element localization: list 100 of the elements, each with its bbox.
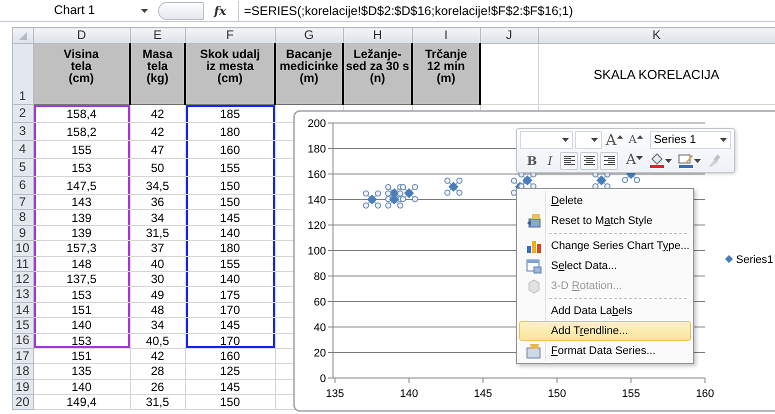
format-icon <box>526 343 542 359</box>
axis-label: 120 <box>308 220 326 232</box>
point <box>367 194 377 204</box>
table-cell: 145 <box>185 318 275 334</box>
table-cell: 160 <box>185 140 275 158</box>
menu-item[interactable]: Add Data Labels <box>519 301 691 321</box>
table-cell: 139 <box>33 210 130 226</box>
column-header[interactable]: G <box>275 28 343 44</box>
table-cell: 153 <box>33 286 130 302</box>
table-cell: 158,2 <box>33 122 130 140</box>
row-header[interactable]: 1 <box>12 44 33 104</box>
table-cell: 140 <box>33 379 130 395</box>
table-cell: 30 <box>130 271 185 287</box>
table-cell: 151 <box>33 302 130 318</box>
formula-field[interactable]: =SERIES(;korelacije!$D$2:$D$16;korelacije!$F$2:$F$16;1) <box>238 0 775 20</box>
row-header[interactable]: 8 <box>12 210 33 226</box>
align-left-button[interactable] <box>560 152 578 170</box>
row-header[interactable]: 12 <box>12 271 33 287</box>
row-header[interactable]: 14 <box>12 302 33 318</box>
row-header[interactable]: 6 <box>12 176 33 194</box>
row-header[interactable]: 3 <box>12 122 33 140</box>
legend-label: Series1 <box>736 254 774 266</box>
row-header[interactable]: 2 <box>12 104 33 122</box>
table-cell: 150 <box>185 176 275 194</box>
menu-item[interactable]: Reset to Match Style <box>519 211 691 231</box>
function-button[interactable]: fx <box>214 2 234 20</box>
row-header[interactable]: 15 <box>12 318 33 334</box>
table-cell: 170 <box>185 333 275 348</box>
header-cell: Masa tela (kg) <box>130 44 185 104</box>
column-header[interactable]: J <box>480 28 538 44</box>
splitter-handle[interactable] <box>158 2 204 20</box>
row-header[interactable]: 17 <box>12 348 33 364</box>
axis-label: 135 <box>326 388 344 400</box>
point <box>596 175 606 186</box>
table-cell: 37 <box>130 240 185 256</box>
menu-item[interactable]: Select Data... <box>519 256 691 276</box>
shrink-font-button[interactable]: A <box>626 131 645 150</box>
axis-label: 160 <box>308 169 326 181</box>
row-header[interactable]: 9 <box>12 225 33 241</box>
row-header[interactable]: 5 <box>12 158 33 176</box>
table-icon <box>526 258 542 274</box>
row-header[interactable]: 18 <box>12 364 33 380</box>
table-cell: 145 <box>185 379 275 395</box>
bold-button[interactable]: B <box>524 152 540 170</box>
header-cell: Ležanje- sed za 30 s (n) <box>343 44 412 104</box>
align-right-button[interactable] <box>600 152 618 170</box>
header-cell: Visina tela (cm) <box>33 44 130 104</box>
menu-item[interactable]: Change Series Chart Type... <box>519 236 691 256</box>
table-cell: 180 <box>185 122 275 140</box>
table-cell: 157,3 <box>33 240 130 256</box>
row-header[interactable]: 20 <box>12 394 33 410</box>
row-header[interactable]: 10 <box>12 240 33 256</box>
menu-item[interactable]: Format Data Series... <box>519 341 691 361</box>
font-size-dropdown[interactable] <box>574 131 602 150</box>
table-cell: 160 <box>185 348 275 364</box>
italic-button[interactable]: I <box>542 152 558 170</box>
header-cell: Skok udalj iz mesta (cm) <box>185 44 275 104</box>
align-center-button[interactable] <box>580 152 598 170</box>
column-header[interactable]: D <box>33 28 130 44</box>
column-header[interactable]: E <box>130 28 185 44</box>
table-cell: 151 <box>33 348 130 364</box>
table-cell: 135 <box>33 364 130 380</box>
axis-label: 150 <box>548 388 566 400</box>
table-cell: 153 <box>33 158 130 176</box>
menu-item[interactable]: Add Trendline... <box>519 321 691 341</box>
table-cell: 42 <box>130 348 185 364</box>
chart-element-dropdown[interactable]: Series 1 <box>650 131 731 150</box>
reset-style-icon <box>526 213 542 229</box>
table-cell: 155 <box>185 256 275 272</box>
caret-icon <box>141 8 148 13</box>
header-cell: Trčanje 12 min (m) <box>412 44 480 104</box>
row-header[interactable]: 13 <box>12 286 33 302</box>
table-cell: 125 <box>185 364 275 380</box>
select-all-icon <box>18 32 26 40</box>
row-header[interactable]: 11 <box>12 256 33 272</box>
row-header[interactable]: 19 <box>12 379 33 395</box>
font-color-button[interactable]: A <box>624 152 646 170</box>
axis-label: 155 <box>622 388 640 400</box>
row-header[interactable]: 16 <box>12 333 33 348</box>
grow-font-button[interactable]: A <box>604 131 625 150</box>
table-cell: 150 <box>185 194 275 210</box>
outline-color-button[interactable] <box>676 152 704 170</box>
table-cell: 137,5 <box>33 271 130 287</box>
table-cell: 155 <box>185 158 275 176</box>
table-cell: 36 <box>130 194 185 210</box>
table-cell: 140 <box>185 225 275 241</box>
fill-color-button[interactable] <box>647 152 674 170</box>
menu-item[interactable]: Delete <box>519 191 691 211</box>
column-header[interactable]: I <box>412 28 480 44</box>
table-cell: 139 <box>33 225 130 241</box>
align-right-icon <box>604 156 614 166</box>
column-header[interactable]: K <box>538 28 775 44</box>
name-box[interactable]: Chart 1 <box>40 0 152 20</box>
row-header[interactable]: 4 <box>12 140 33 158</box>
axis-label: 160 <box>696 388 714 400</box>
table-cell: 34 <box>130 318 185 334</box>
axis-label: 180 <box>308 144 326 156</box>
column-header[interactable]: H <box>343 28 412 44</box>
row-header[interactable]: 7 <box>12 194 33 210</box>
column-header[interactable]: F <box>185 28 275 44</box>
